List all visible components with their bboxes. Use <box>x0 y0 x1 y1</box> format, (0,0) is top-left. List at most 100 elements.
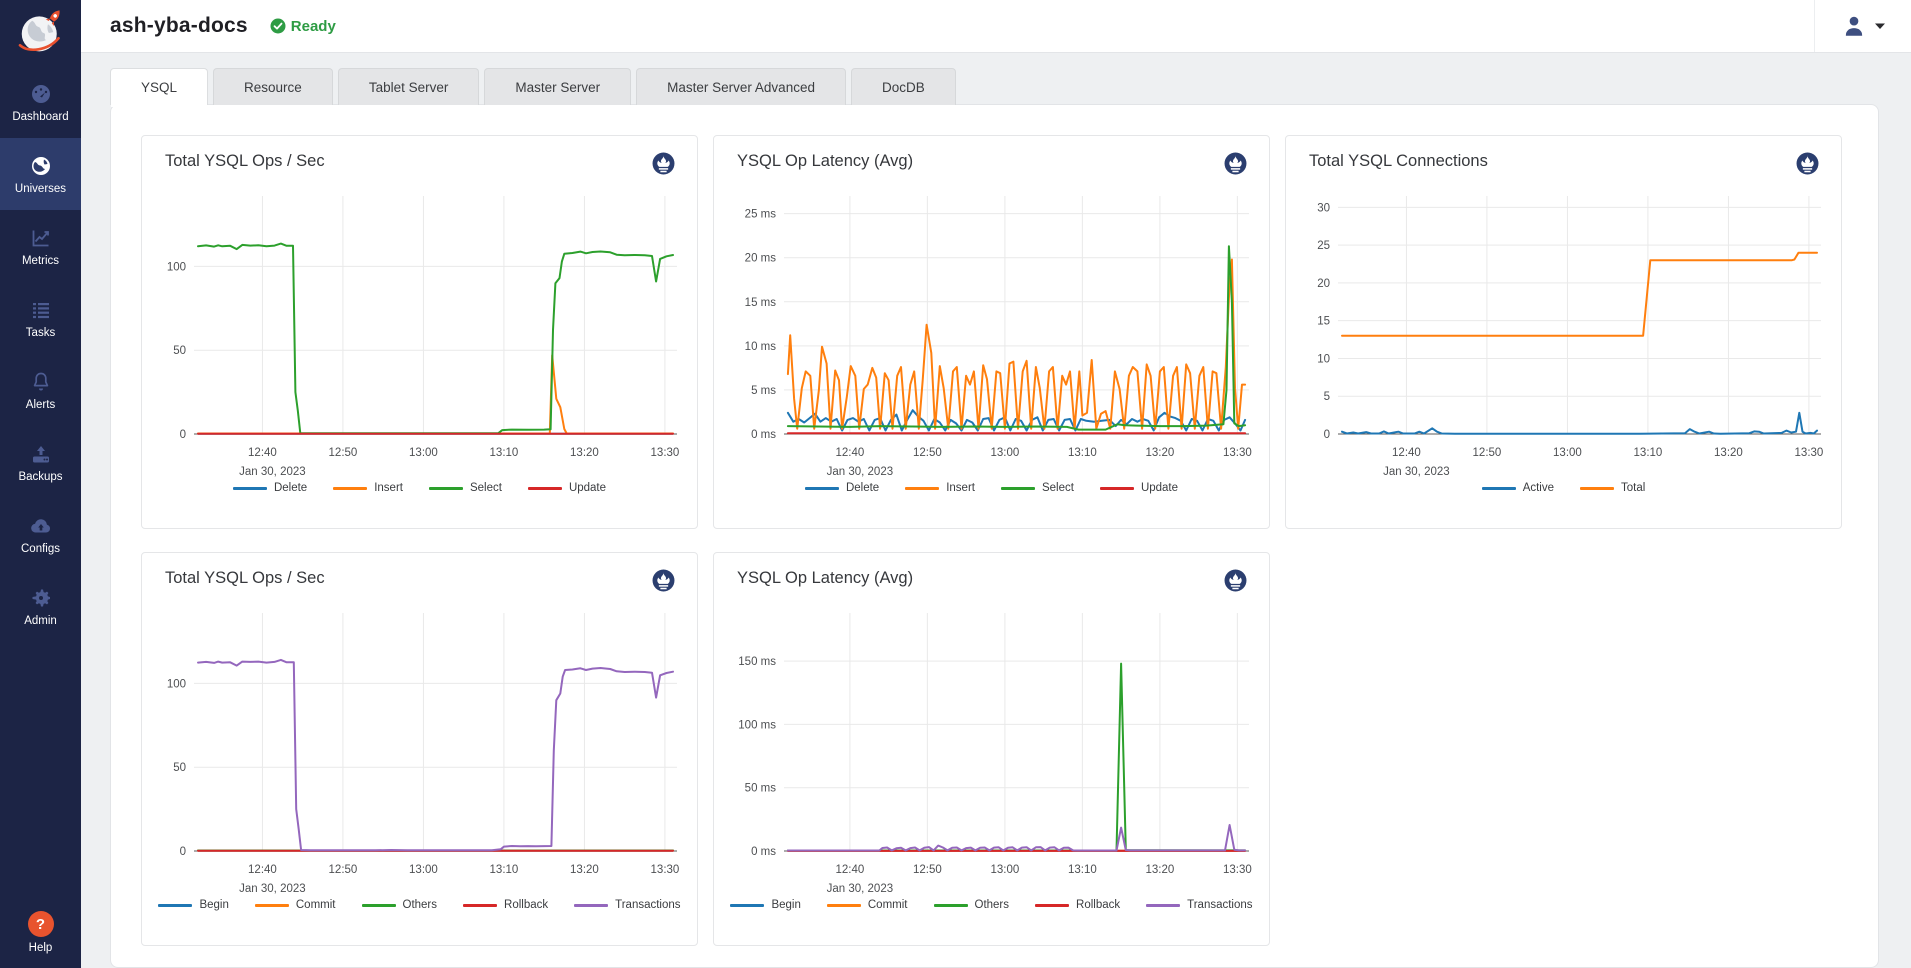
legend-item-transactions[interactable]: Transactions <box>574 899 680 911</box>
legend-item-transactions[interactable]: Transactions <box>1146 899 1252 911</box>
legend-swatch <box>333 487 367 490</box>
sidebar-item-universes[interactable]: Universes <box>0 138 81 210</box>
tab-label: Resource <box>244 80 302 95</box>
user-menu[interactable] <box>1815 13 1911 39</box>
legend-item-rollback[interactable]: Rollback <box>1035 899 1120 911</box>
legend-swatch <box>574 904 608 907</box>
legend-label: Others <box>403 899 438 911</box>
svg-text:10 ms: 10 ms <box>745 341 777 353</box>
legend-item-update[interactable]: Update <box>528 482 606 494</box>
sidebar-item-metrics[interactable]: Metrics <box>0 210 81 282</box>
legend-label: Delete <box>274 482 307 494</box>
svg-text:13:00: 13:00 <box>1553 447 1582 459</box>
legend-item-insert[interactable]: Insert <box>333 482 403 494</box>
sidebar: Dashboard Universes Metrics <box>0 0 81 968</box>
legend-swatch <box>429 487 463 490</box>
legend-item-others[interactable]: Others <box>934 899 1010 911</box>
legend-item-delete[interactable]: Delete <box>805 482 879 494</box>
legend-label: Begin <box>199 899 228 911</box>
universes-globe-icon <box>29 154 53 178</box>
svg-text:0 ms: 0 ms <box>751 846 776 858</box>
legend-item-update[interactable]: Update <box>1100 482 1178 494</box>
legend-item-select[interactable]: Select <box>429 482 502 494</box>
legend-item-active[interactable]: Active <box>1482 482 1554 494</box>
legend-swatch <box>362 904 396 907</box>
svg-text:13:10: 13:10 <box>490 864 519 876</box>
svg-text:12:40: 12:40 <box>835 447 864 459</box>
legend-item-begin[interactable]: Begin <box>730 899 800 911</box>
check-circle-icon <box>270 18 286 34</box>
tab-master-server[interactable]: Master Server <box>484 68 631 105</box>
tab-ysql[interactable]: YSQL <box>110 68 208 105</box>
chart-card-total-ysql-ops-transactions: Total YSQL Ops / Sec 05010012:40Jan 30, … <box>141 552 698 946</box>
chart-title: Total YSQL Ops / Sec <box>165 150 325 171</box>
sidebar-item-alerts[interactable]: Alerts <box>0 354 81 426</box>
svg-text:13:00: 13:00 <box>409 864 438 876</box>
legend-swatch <box>1146 904 1180 907</box>
yugabyte-logo[interactable] <box>0 0 81 66</box>
prometheus-icon[interactable] <box>1222 150 1249 182</box>
svg-text:0: 0 <box>180 846 186 858</box>
legend-label: Rollback <box>504 899 548 911</box>
legend-swatch <box>1482 487 1516 490</box>
legend-item-select[interactable]: Select <box>1001 482 1074 494</box>
top-header: ash-yba-docs Ready <box>81 0 1911 53</box>
svg-text:5 ms: 5 ms <box>751 385 776 397</box>
sidebar-item-label: Admin <box>24 615 57 627</box>
sidebar-item-dashboard[interactable]: Dashboard <box>0 66 81 138</box>
legend-swatch <box>934 904 968 907</box>
prometheus-icon[interactable] <box>650 150 677 182</box>
tab-docdb[interactable]: DocDB <box>851 68 956 105</box>
tab-tablet-server[interactable]: Tablet Server <box>338 68 480 105</box>
backups-upload-icon <box>29 442 53 466</box>
chart-title: YSQL Op Latency (Avg) <box>737 567 913 588</box>
legend-item-commit[interactable]: Commit <box>255 899 336 911</box>
svg-text:100 ms: 100 ms <box>738 719 776 731</box>
legend-label: Commit <box>868 899 908 911</box>
chevron-down-icon <box>1875 22 1885 30</box>
prometheus-icon[interactable] <box>1222 567 1249 599</box>
svg-text:13:20: 13:20 <box>570 447 599 459</box>
tab-resource[interactable]: Resource <box>213 68 333 105</box>
legend-label: Select <box>470 482 502 494</box>
chart-title: Total YSQL Connections <box>1309 150 1488 171</box>
legend-item-delete[interactable]: Delete <box>233 482 307 494</box>
legend-item-rollback[interactable]: Rollback <box>463 899 548 911</box>
user-person-icon <box>1841 13 1867 39</box>
chart-card-total-ysql-ops: Total YSQL Ops / Sec 05010012:40Jan 30, … <box>141 135 698 529</box>
tab-label: YSQL <box>141 80 177 95</box>
metrics-chart-icon <box>29 226 53 250</box>
sidebar-item-label: Universes <box>15 183 66 195</box>
tab-master-server-advanced[interactable]: Master Server Advanced <box>636 68 846 105</box>
chart-legend: Active Total <box>1294 482 1833 494</box>
svg-text:12:50: 12:50 <box>913 864 942 876</box>
sidebar-item-label: Backups <box>18 471 62 483</box>
legend-swatch <box>1035 904 1069 907</box>
legend-swatch <box>528 487 562 490</box>
sidebar-item-help[interactable]: ? Help <box>0 911 81 968</box>
legend-item-commit[interactable]: Commit <box>827 899 908 911</box>
chart-card-ysql-op-latency: YSQL Op Latency (Avg) 0 ms5 ms10 ms15 ms… <box>713 135 1270 529</box>
svg-text:13:30: 13:30 <box>1223 447 1252 459</box>
sidebar-item-configs[interactable]: Configs <box>0 498 81 570</box>
line-chart: 0 ms5 ms10 ms15 ms20 ms25 ms12:40Jan 30,… <box>722 182 1263 482</box>
sidebar-item-tasks[interactable]: Tasks <box>0 282 81 354</box>
prometheus-icon[interactable] <box>1794 150 1821 182</box>
svg-text:50 ms: 50 ms <box>745 783 777 795</box>
svg-text:13:20: 13:20 <box>1714 447 1743 459</box>
legend-label: Delete <box>846 482 879 494</box>
sidebar-item-backups[interactable]: Backups <box>0 426 81 498</box>
svg-text:12:40: 12:40 <box>835 864 864 876</box>
sidebar-item-label: Configs <box>21 543 60 555</box>
legend-item-begin[interactable]: Begin <box>158 899 228 911</box>
sidebar-item-admin[interactable]: Admin <box>0 570 81 642</box>
svg-text:30: 30 <box>1317 202 1330 214</box>
legend-item-insert[interactable]: Insert <box>905 482 975 494</box>
legend-item-total[interactable]: Total <box>1580 482 1645 494</box>
legend-label: Transactions <box>1187 899 1252 911</box>
svg-text:Jan 30, 2023: Jan 30, 2023 <box>827 466 894 478</box>
prometheus-icon[interactable] <box>650 567 677 599</box>
line-chart: 05010012:40Jan 30, 202312:5013:0013:1013… <box>150 599 691 899</box>
legend-item-others[interactable]: Others <box>362 899 438 911</box>
svg-text:13:20: 13:20 <box>570 864 599 876</box>
